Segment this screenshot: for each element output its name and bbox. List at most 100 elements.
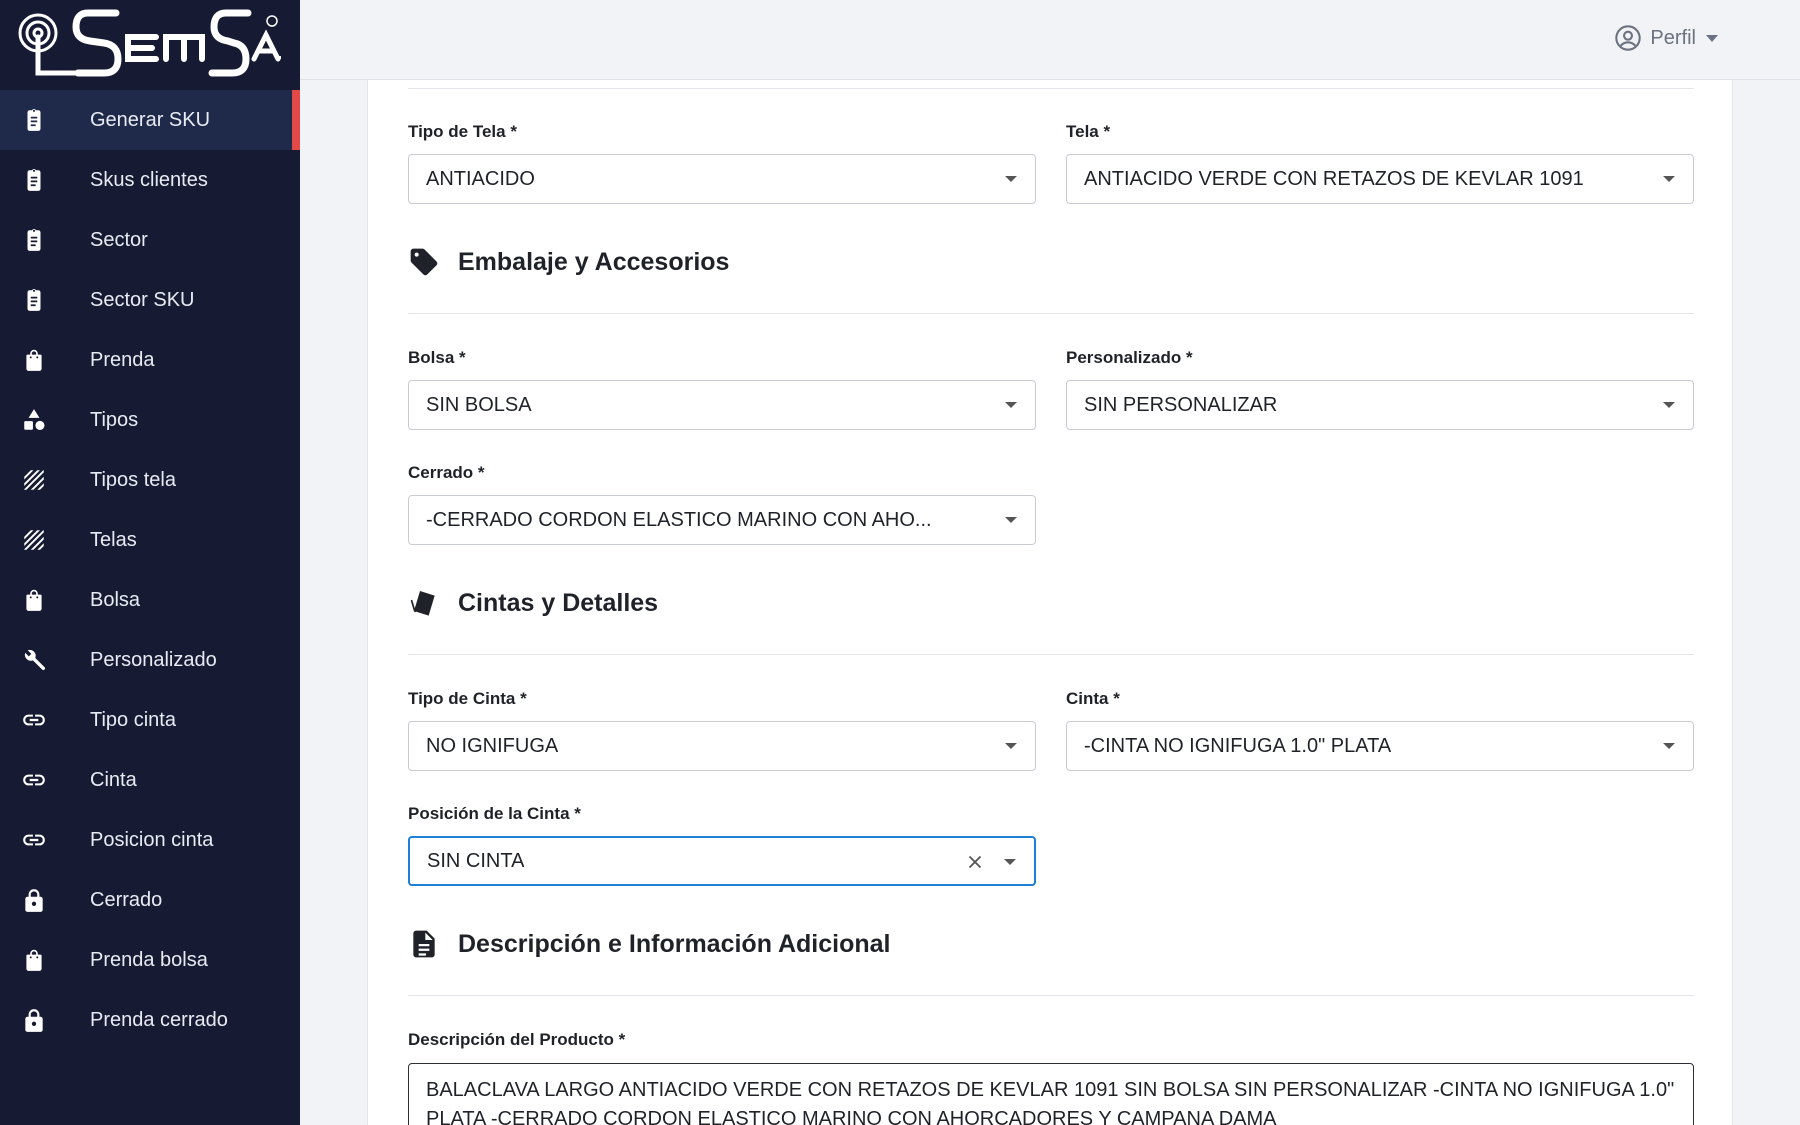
- sidebar-item-tipos-tela[interactable]: Tipos tela: [0, 450, 300, 510]
- divider: [408, 995, 1694, 996]
- lock-icon: [0, 1007, 90, 1033]
- tipo-tela-value: ANTIACIDO: [426, 167, 535, 190]
- link-icon: [0, 827, 90, 853]
- bolsa-value: SIN BOLSA: [426, 393, 532, 416]
- bolsa-label: Bolsa *: [408, 348, 466, 367]
- clipboard-icon: [0, 167, 90, 193]
- personalizado-select[interactable]: SIN PERSONALIZAR: [1066, 380, 1694, 430]
- chevron-down-icon: [1005, 402, 1017, 408]
- sidebar-item-bolsa[interactable]: Bolsa: [0, 570, 300, 630]
- tela-label: Tela *: [1066, 122, 1111, 141]
- sidebar-item-label: Telas: [90, 528, 137, 551]
- sidebar-item-label: Prenda bolsa: [90, 948, 208, 971]
- clipboard-icon: [0, 107, 90, 133]
- chevron-down-icon: [1663, 743, 1675, 749]
- section-embalaje-title: Embalaje y Accesorios: [408, 246, 729, 278]
- lock-icon: [0, 887, 90, 913]
- posicion-cinta-label: Posición de la Cinta *: [408, 804, 581, 823]
- divider: [408, 88, 1694, 89]
- sidebar-item-label: Cerrado: [90, 888, 163, 911]
- chevron-down-icon: [1005, 743, 1017, 749]
- cinta-select[interactable]: -CINTA NO IGNIFUGA 1.0" PLATA: [1066, 721, 1694, 771]
- sidebar-item-label: Prenda cerrado: [90, 1008, 228, 1031]
- descripcion-textarea[interactable]: BALACLAVA LARGO ANTIACIDO VERDE CON RETA…: [408, 1063, 1694, 1125]
- top-header: Perfil: [300, 0, 1800, 80]
- shopping-bag-icon: [0, 587, 90, 613]
- section-cintas-title: Cintas y Detalles: [408, 587, 658, 619]
- clipboard-icon: [0, 227, 90, 253]
- cerrado-label: Cerrado *: [408, 463, 485, 482]
- bolsa-select[interactable]: SIN BOLSA: [408, 380, 1036, 430]
- tela-value: ANTIACIDO VERDE CON RETAZOS DE KEVLAR 10…: [1084, 167, 1584, 190]
- link-icon: [0, 767, 90, 793]
- cinta-value: -CINTA NO IGNIFUGA 1.0" PLATA: [1084, 734, 1392, 757]
- sidebar-item-label: Posicion cinta: [90, 828, 214, 851]
- sku-form-card: Tipo de Tela * ANTIACIDO Tela * ANTIACID…: [367, 80, 1733, 1125]
- divider: [408, 654, 1694, 655]
- sidebar-item-label: Tipos tela: [90, 468, 176, 491]
- descripcion-label: Descripción del Producto *: [408, 1030, 626, 1049]
- section-descripcion-title: Descripción e Información Adicional: [408, 928, 891, 960]
- sidebar-item-posicion-cinta[interactable]: Posicion cinta: [0, 810, 300, 870]
- clear-icon[interactable]: [964, 851, 986, 873]
- sidebar: Generar SKU Skus clientes Sector Sector …: [0, 0, 300, 1125]
- sidebar-item-telas[interactable]: Telas: [0, 510, 300, 570]
- sidebar-item-personalizado[interactable]: Personalizado: [0, 630, 300, 690]
- sidebar-item-sector[interactable]: Sector: [0, 210, 300, 270]
- tela-select[interactable]: ANTIACIDO VERDE CON RETAZOS DE KEVLAR 10…: [1066, 154, 1694, 204]
- sidebar-item-label: Bolsa: [90, 588, 141, 611]
- profile-menu-button[interactable]: Perfil: [1614, 24, 1718, 52]
- semsa-logo[interactable]: [0, 0, 300, 90]
- sidebar-item-generar-sku[interactable]: Generar SKU: [0, 90, 300, 150]
- cinta-label: Cinta *: [1066, 689, 1120, 708]
- sidebar-item-cerrado[interactable]: Cerrado: [0, 870, 300, 930]
- tipo-cinta-value: NO IGNIFUGA: [426, 734, 559, 757]
- clipboard-icon: [0, 287, 90, 313]
- sidebar-item-label: Cinta: [90, 768, 137, 791]
- hatch-icon: [0, 527, 90, 553]
- wrench-icon: [0, 647, 90, 673]
- sidebar-item-label: Generar SKU: [90, 108, 211, 131]
- logo-mark: [18, 9, 281, 77]
- section-title-text: Descripción e Información Adicional: [458, 929, 891, 958]
- link-icon: [0, 707, 90, 733]
- swatches-icon: [410, 591, 435, 616]
- tag-icon: [410, 248, 438, 276]
- document-icon: [413, 930, 435, 958]
- posicion-cinta-select[interactable]: SIN CINTA: [408, 836, 1036, 886]
- section-title-text: Embalaje y Accesorios: [458, 247, 730, 276]
- sidebar-item-prenda[interactable]: Prenda: [0, 330, 300, 390]
- sidebar-item-sector-sku[interactable]: Sector SKU: [0, 270, 300, 330]
- sidebar-item-label: Skus clientes: [90, 168, 208, 191]
- sidebar-item-label: Prenda: [90, 348, 155, 371]
- posicion-cinta-value: SIN CINTA: [427, 849, 525, 872]
- tipo-tela-select[interactable]: ANTIACIDO: [408, 154, 1036, 204]
- sidebar-item-prenda-cerrado[interactable]: Prenda cerrado: [0, 990, 300, 1050]
- shopping-bag-icon: [0, 947, 90, 973]
- personalizado-label: Personalizado *: [1066, 348, 1193, 367]
- chevron-down-icon: [1005, 176, 1017, 182]
- shopping-bag-icon: [0, 347, 90, 373]
- section-title-text: Cintas y Detalles: [458, 588, 659, 617]
- personalizado-value: SIN PERSONALIZAR: [1084, 393, 1278, 416]
- sidebar-item-cinta[interactable]: Cinta: [0, 750, 300, 810]
- sidebar-item-tipo-cinta[interactable]: Tipo cinta: [0, 690, 300, 750]
- profile-label: Perfil: [1650, 26, 1696, 49]
- sidebar-item-label: Sector: [90, 228, 148, 251]
- sidebar-item-tipos[interactable]: Tipos: [0, 390, 300, 450]
- cerrado-select[interactable]: -CERRADO CORDON ELASTICO MARINO CON AHO.…: [408, 495, 1036, 545]
- sidebar-nav: Generar SKU Skus clientes Sector Sector …: [0, 90, 300, 1050]
- tipo-cinta-label: Tipo de Cinta *: [408, 689, 527, 708]
- chevron-down-icon: [1004, 859, 1016, 865]
- hatch-icon: [0, 467, 90, 493]
- user-circle-icon: [1615, 25, 1642, 51]
- sidebar-item-prenda-bolsa[interactable]: Prenda bolsa: [0, 930, 300, 990]
- sidebar-item-label: Tipo cinta: [90, 708, 176, 731]
- sidebar-item-label: Sector SKU: [90, 288, 195, 311]
- sidebar-item-label: Personalizado: [90, 648, 217, 671]
- chevron-down-icon: [1663, 176, 1675, 182]
- chevron-down-icon: [1005, 517, 1017, 523]
- chevron-down-icon: [1663, 402, 1675, 408]
- sidebar-item-skus-clientes[interactable]: Skus clientes: [0, 150, 300, 210]
- tipo-cinta-select[interactable]: NO IGNIFUGA: [408, 721, 1036, 771]
